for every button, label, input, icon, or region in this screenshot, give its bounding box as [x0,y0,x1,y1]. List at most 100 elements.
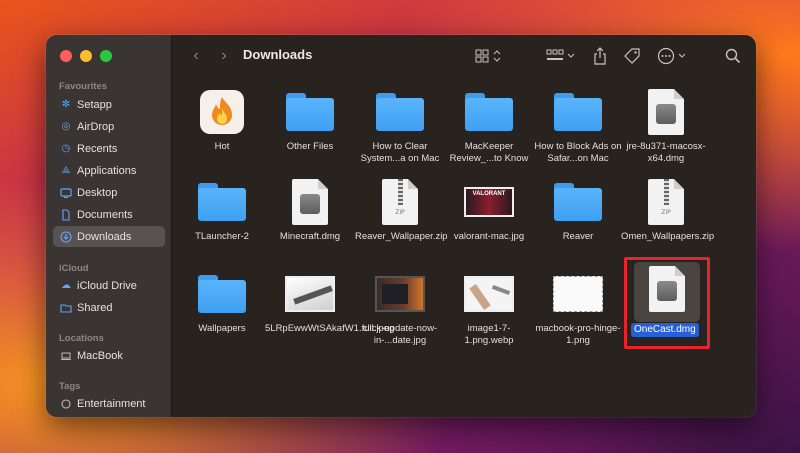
sidebar-item-applications[interactable]: ⟁ Applications [53,160,165,181]
zip-archive-icon: ZIP [382,179,418,225]
file-item-image[interactable]: VALORANT valorant-mac.jpg [444,167,534,257]
group-by-icon[interactable] [546,46,576,66]
file-name: Reaver_Wallpaper.zip [355,231,448,242]
disk-image-icon [648,89,684,135]
folder-icon [465,93,513,131]
file-item-image[interactable]: click-update-now-in-...date.jpg [355,259,445,349]
folder-icon [198,275,246,313]
file-name: macbook-pro-hinge-1.png [535,323,621,346]
image-thumbnail [375,276,425,312]
file-item-folder[interactable]: How to Clear System...a on Mac [355,77,445,167]
sidebar-item-label: Entertainment [77,397,146,410]
folder-icon [198,183,246,221]
file-name: TLauncher-2 [195,231,249,242]
sidebar-item-documents[interactable]: Documents [53,204,165,225]
file-name: MacKeeper Review_...to Know [449,141,529,164]
laptop-icon [60,350,72,362]
file-name: image1-7-1.png.webp [464,323,514,346]
forward-arrow-icon[interactable]: › [215,47,233,65]
file-item-dmg[interactable]: Minecraft.dmg [265,167,355,257]
file-name: Wallpapers [198,323,246,334]
sidebar-heading-tags: Tags [59,381,81,392]
file-name: How to Clear System...a on Mac [360,141,440,164]
sidebar-item-downloads[interactable]: Downloads [53,226,165,247]
file-item-folder[interactable]: Reaver [533,167,623,257]
file-item-hot[interactable]: Hot [177,77,267,167]
file-item-zip[interactable]: ZIP Reaver_Wallpaper.zip [355,167,448,257]
file-item-image[interactable]: image1-7-1.png.webp [444,259,534,349]
file-name: jre-8u371-macosx-x64.dmg [626,141,706,164]
sidebar-item-label: Applications [77,164,137,177]
file-name: Reaver [562,231,594,242]
sidebar-item-label: AirDrop [77,120,115,133]
sidebar-item-airdrop[interactable]: ◎ AirDrop [53,116,165,137]
shared-folder-icon [60,302,72,314]
file-item-folder[interactable]: How to Block Ads on Safar...on Mac [533,77,623,167]
tag-icon[interactable] [623,46,641,66]
file-item-image[interactable]: macbook-pro-hinge-1.png [533,259,623,349]
sidebar-item-desktop[interactable]: Desktop [53,182,165,203]
sidebar-item-label: Recents [77,142,118,155]
search-icon[interactable] [725,46,741,66]
sidebar-item-recents[interactable]: ◷ Recents [53,138,165,159]
zoom-button[interactable] [100,50,112,62]
file-item-zip[interactable]: ZIP Omen_Wallpapers.zip [621,167,714,257]
file-item-folder[interactable]: Wallpapers [177,259,267,349]
image-thumbnail [285,276,335,312]
applications-icon: ⟁ [61,165,71,176]
more-actions-icon[interactable] [657,46,689,66]
download-icon [60,230,72,243]
image-thumbnail [464,276,514,312]
file-name: Minecraft.dmg [279,231,341,242]
disk-image-icon [292,179,328,225]
sidebar-item-shared[interactable]: Shared [53,297,165,318]
toolbar: ‹ › Downloads [173,35,756,77]
file-item-folder[interactable]: MacKeeper Review_...to Know [444,77,534,167]
image-thumbnail: VALORANT [464,187,514,217]
file-item-image[interactable]: 5LRpEwwWtSAkafW1.full.jpeg [265,259,394,349]
minimize-button[interactable] [80,50,92,62]
tag-circle-icon [60,398,72,410]
file-name: click-update-now-in-...date.jpg [362,323,438,346]
clock-icon: ◷ [61,143,71,154]
window-title: Downloads [243,47,313,62]
document-icon [60,208,72,221]
sidebar-item-entertainment[interactable]: Entertainment [53,393,165,414]
sidebar-item-label: Desktop [77,186,118,199]
flame-app-icon [200,90,244,134]
view-mode-icon[interactable] [475,46,503,66]
share-icon[interactable] [593,46,607,66]
setapp-icon: ✼ [61,99,71,110]
back-arrow-icon[interactable]: ‹ [187,47,205,65]
desktop-icon [60,187,72,199]
sidebar: Favourites ✼ Setapp ◎ AirDrop ◷ Recents … [46,35,172,417]
file-name: Hot [214,141,230,152]
finder-window: Favourites ✼ Setapp ◎ AirDrop ◷ Recents … [46,35,756,417]
close-button[interactable] [60,50,72,62]
sidebar-heading-icloud: iCloud [59,263,89,274]
file-name: Other Files [286,141,334,152]
sidebar-heading-favourites: Favourites [59,81,108,92]
file-item-folder[interactable]: TLauncher-2 [177,167,267,257]
image-thumbnail [553,276,603,312]
sidebar-item-label: Shared [77,301,113,314]
sidebar-heading-locations: Locations [59,333,104,344]
sidebar-item-label: MacBook [77,349,123,362]
cloud-icon: ☁ [61,280,71,291]
sidebar-item-label: Documents [77,208,133,221]
folder-icon [376,93,424,131]
file-grid: Hot Other Files How to Clear System...a … [173,77,756,417]
sidebar-item-label: Setapp [77,98,112,111]
image-thumbnail-caption: VALORANT [472,191,506,197]
sidebar-item-macbook[interactable]: MacBook [53,345,165,366]
airdrop-icon: ◎ [61,121,71,132]
file-item-other-files[interactable]: Other Files [265,77,355,167]
file-item-dmg[interactable]: jre-8u371-macosx-x64.dmg [621,77,711,167]
file-name: valorant-mac.jpg [453,231,525,242]
file-name: How to Block Ads on Safar...on Mac [534,141,622,164]
sidebar-item-label: Downloads [77,230,132,243]
folder-icon [554,93,602,131]
sidebar-item-setapp[interactable]: ✼ Setapp [53,94,165,115]
sidebar-item-icloud-drive[interactable]: ☁ iCloud Drive [53,275,165,296]
folder-icon [554,183,602,221]
